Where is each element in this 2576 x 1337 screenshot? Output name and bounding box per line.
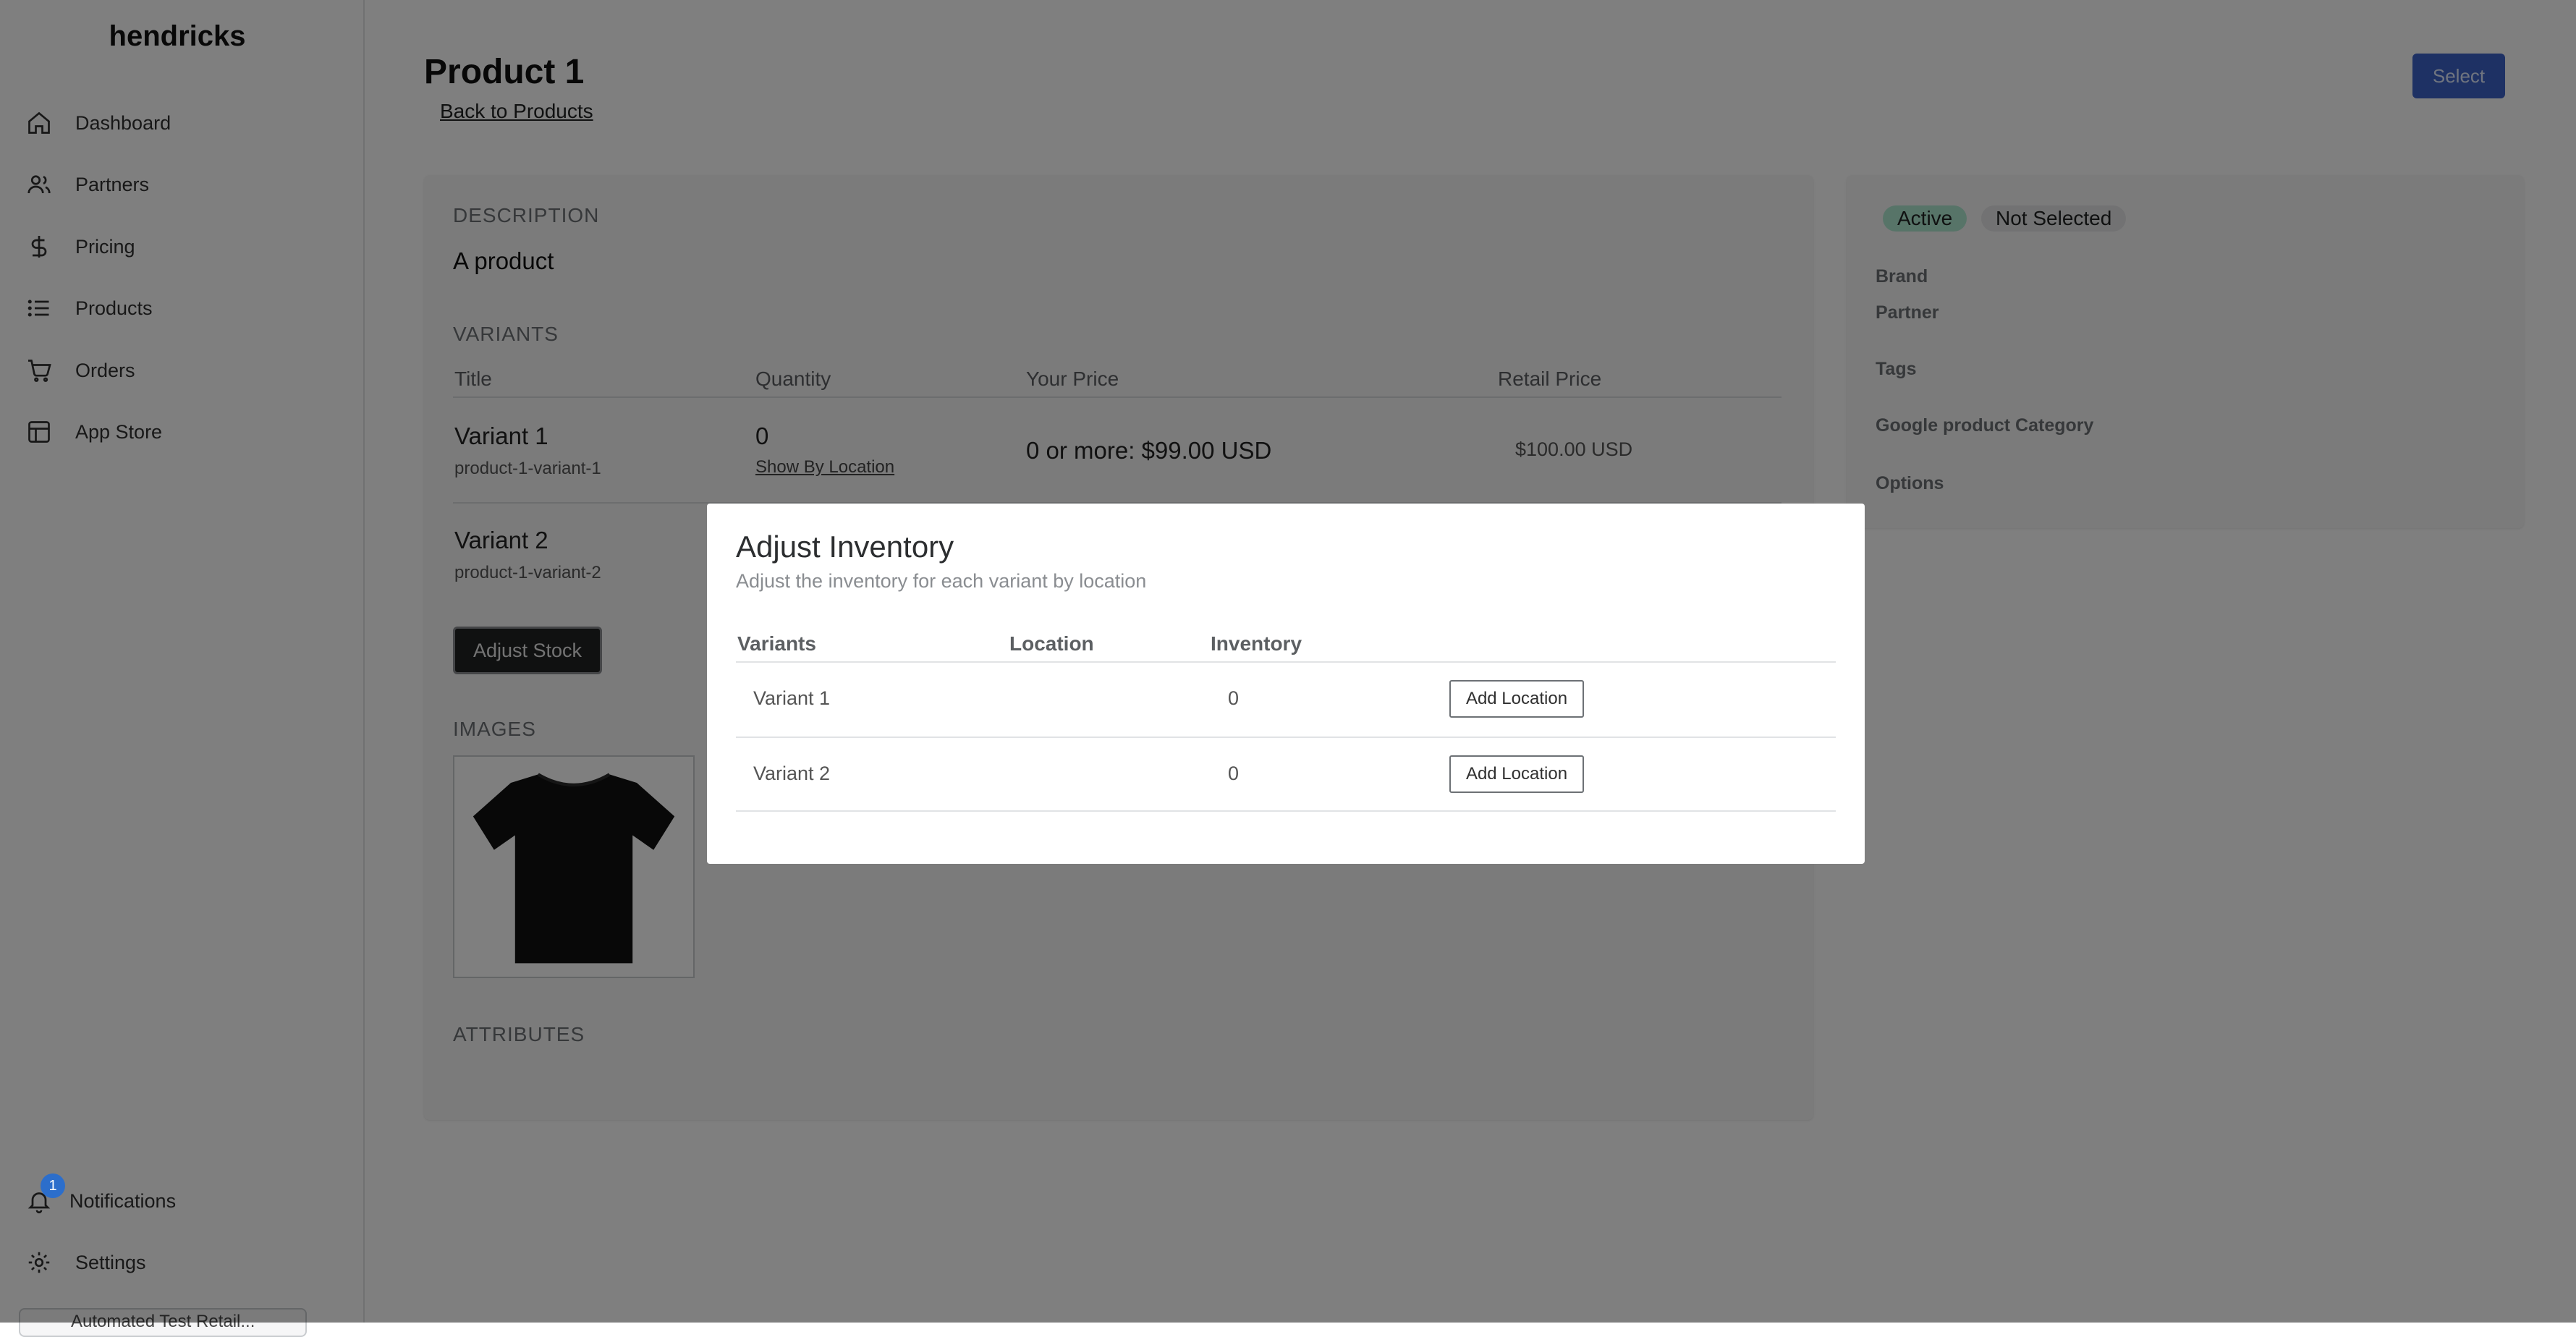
modal-row-1-variant: Variant 1 xyxy=(753,687,831,709)
modal-row-2-variant: Variant 2 xyxy=(753,763,831,784)
modal-subtitle: Adjust the inventory for each variant by… xyxy=(736,570,1147,592)
add-location-button[interactable]: Add Location xyxy=(1449,755,1584,793)
notification-count-badge: 1 xyxy=(41,1173,65,1198)
modal-row-1-inventory: 0 xyxy=(1228,687,1240,709)
modal-column-inventory: Inventory xyxy=(1211,632,1302,655)
modal-table-divider xyxy=(736,810,1836,812)
modal-table-divider xyxy=(736,661,1836,663)
add-location-button[interactable]: Add Location xyxy=(1449,680,1584,718)
modal-title: Adjust Inventory xyxy=(736,530,954,564)
modal-column-location: Location xyxy=(1009,632,1094,655)
adjust-inventory-modal: Adjust Inventory Adjust the inventory fo… xyxy=(707,504,1865,864)
modal-column-variants: Variants xyxy=(737,632,816,655)
modal-row-2-inventory: 0 xyxy=(1228,763,1240,784)
modal-table-divider xyxy=(736,737,1836,738)
